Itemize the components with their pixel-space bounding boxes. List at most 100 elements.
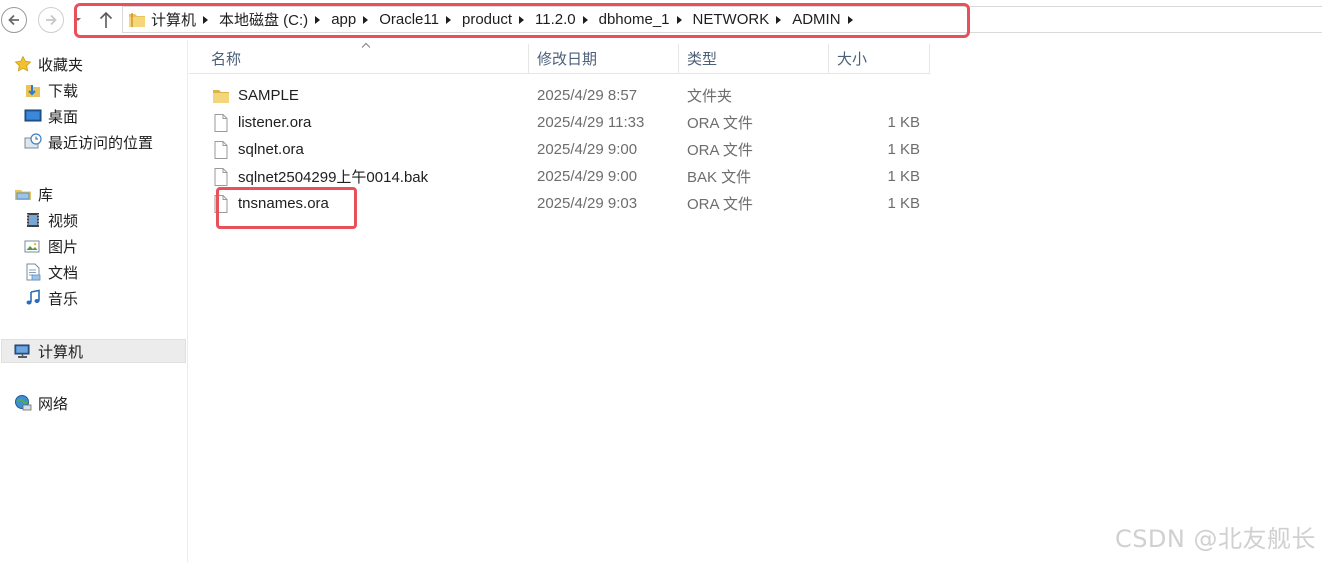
watermark: CSDN @北友舰长	[1114, 525, 1316, 553]
file-type: BAK 文件	[687, 169, 752, 186]
breadcrumb-separator-icon[interactable]	[445, 15, 452, 25]
breadcrumb-label: Oracle11	[379, 11, 439, 28]
recent-locations-dropdown-icon[interactable]	[74, 14, 82, 24]
sidebar-item-downloads[interactable]: 下载	[24, 77, 78, 103]
sidebar-item-label: 下载	[48, 82, 79, 100]
address-bar[interactable]: 计算机 本地磁盘 (C:) app Oracle11 product 11.2.0 dbho…	[122, 6, 1322, 33]
file-type: ORA 文件	[687, 142, 753, 159]
sidebar-item-label: 计算机	[38, 343, 84, 361]
breadcrumb-item[interactable]: Oracle11	[379, 7, 462, 32]
breadcrumb-label: 本地磁盘 (C:)	[219, 12, 309, 29]
breadcrumb-label: app	[331, 11, 357, 28]
breadcrumb-separator-icon[interactable]	[847, 15, 854, 25]
sidebar-item-label: 最近访问的位置	[48, 134, 154, 152]
back-button[interactable]	[1, 7, 27, 33]
file-row-sqlnet[interactable]: sqlnet.ora 2025/4/29 9:00 ORA 文件 1 KB	[212, 136, 932, 163]
breadcrumb-item[interactable]: product	[462, 7, 535, 32]
breadcrumb-item[interactable]: 11.2.0	[535, 7, 599, 32]
file-date: 2025/4/29 11:33	[537, 114, 645, 131]
file-type: ORA 文件	[687, 196, 753, 213]
column-header-size[interactable]: 大小	[829, 44, 930, 73]
breadcrumb-label: NETWORK	[692, 11, 770, 28]
sidebar-item-label: 视频	[48, 212, 79, 230]
breadcrumb-separator-icon[interactable]	[518, 15, 525, 25]
file-size: 1 KB	[887, 195, 920, 212]
sidebar-item-label: 桌面	[48, 108, 79, 126]
file-size: 1 KB	[887, 168, 920, 185]
arrow-left-icon	[8, 14, 19, 26]
sort-ascending-icon	[361, 42, 371, 48]
breadcrumb-item[interactable]: 计算机	[151, 7, 219, 32]
file-icon	[214, 113, 228, 132]
file-date: 2025/4/29 9:03	[537, 195, 638, 212]
breadcrumb-item[interactable]: dbhome_1	[599, 7, 693, 32]
file-date: 2025/4/29 9:00	[537, 141, 638, 158]
up-arrow-icon[interactable]	[97, 10, 115, 30]
computer-icon	[14, 344, 30, 358]
file-date: 2025/4/29 9:00	[537, 168, 638, 185]
sidebar-item-computer[interactable]: 计算机	[14, 338, 83, 364]
file-name: tnsnames.ora	[238, 195, 329, 212]
breadcrumb-label: product	[461, 11, 513, 28]
sidebar-item-label: 网络	[38, 395, 69, 413]
folder-icon	[129, 12, 145, 27]
file-name: sqlnet2504299上午0014.bak	[238, 169, 429, 186]
breadcrumb-label: 计算机	[151, 12, 197, 29]
sidebar-item-pictures[interactable]: 图片	[24, 233, 78, 259]
file-row-listener[interactable]: listener.ora 2025/4/29 11:33 ORA 文件 1 KB	[212, 109, 932, 136]
breadcrumb-item[interactable]: 本地磁盘 (C:)	[219, 7, 331, 32]
desktop-icon	[24, 109, 42, 122]
file-icon	[214, 194, 228, 213]
file-size: 1 KB	[887, 141, 920, 158]
sidebar-item-network[interactable]: 网络	[14, 390, 68, 416]
column-header-label: 大小	[837, 51, 868, 68]
library-icon	[15, 190, 31, 200]
picture-library-icon	[24, 240, 40, 253]
folder-icon	[213, 89, 229, 103]
forward-button[interactable]	[38, 7, 64, 33]
file-row-sqlnet-bak[interactable]: sqlnet2504299上午0014.bak 2025/4/29 9:00 B…	[212, 163, 932, 190]
column-header-date[interactable]: 修改日期	[529, 44, 679, 73]
file-row-sample[interactable]: SAMPLE 2025/4/29 8:57 文件夹	[212, 82, 932, 109]
breadcrumb-separator-icon[interactable]	[775, 15, 782, 25]
sidebar-item-label: 音乐	[48, 290, 79, 308]
breadcrumb-label: ADMIN	[792, 11, 841, 28]
breadcrumb-separator-icon[interactable]	[676, 15, 683, 25]
column-header-label: 名称	[211, 51, 242, 68]
breadcrumb: 计算机 本地磁盘 (C:) app Oracle11 product 11.2.0 dbho…	[151, 7, 864, 32]
column-header-label: 类型	[687, 51, 718, 68]
sidebar-item-recent-places[interactable]: 最近访问的位置	[24, 129, 153, 155]
file-date: 2025/4/29 8:57	[537, 87, 638, 104]
sidebar-item-label: 库	[38, 186, 54, 204]
breadcrumb-separator-icon[interactable]	[314, 15, 321, 25]
file-size: 1 KB	[887, 114, 920, 131]
breadcrumb-label: 11.2.0	[535, 11, 576, 28]
recent-places-icon	[24, 133, 42, 149]
sidebar-item-label: 收藏夹	[38, 56, 84, 74]
document-library-icon	[26, 263, 41, 281]
column-header-type[interactable]: 类型	[679, 44, 829, 73]
navigation-pane: 收藏夹 下载 桌面 最近访问的位置 库 视频 图片 文档 音乐 计算机 网络	[0, 40, 188, 562]
music-library-icon	[26, 289, 40, 305]
sidebar-item-desktop[interactable]: 桌面	[24, 103, 78, 129]
file-name: SAMPLE	[238, 87, 299, 104]
navigation-bar: 计算机 本地磁盘 (C:) app Oracle11 product 11.2.0 dbho…	[0, 0, 1322, 40]
breadcrumb-item[interactable]: NETWORK	[693, 7, 793, 32]
sidebar-item-libraries[interactable]: 库	[14, 181, 53, 207]
network-icon	[15, 395, 32, 411]
breadcrumb-item[interactable]: ADMIN	[792, 7, 863, 32]
breadcrumb-separator-icon[interactable]	[582, 15, 589, 25]
breadcrumb-item[interactable]: app	[331, 7, 379, 32]
column-header-name[interactable]: 名称	[189, 42, 529, 73]
breadcrumb-separator-icon[interactable]	[362, 15, 369, 25]
file-row-tnsnames[interactable]: tnsnames.ora 2025/4/29 9:03 ORA 文件 1 KB	[212, 190, 932, 217]
sidebar-item-music[interactable]: 音乐	[24, 285, 78, 311]
sidebar-item-documents[interactable]: 文档	[24, 259, 78, 285]
breadcrumb-separator-icon[interactable]	[202, 15, 209, 25]
sidebar-item-videos[interactable]: 视频	[24, 207, 78, 233]
column-headers: 名称 修改日期 类型 大小	[189, 42, 930, 74]
file-name: listener.ora	[238, 114, 312, 131]
breadcrumb-label: dbhome_1	[598, 11, 670, 28]
sidebar-item-favorites[interactable]: 收藏夹	[14, 51, 83, 77]
file-type: ORA 文件	[687, 115, 753, 132]
